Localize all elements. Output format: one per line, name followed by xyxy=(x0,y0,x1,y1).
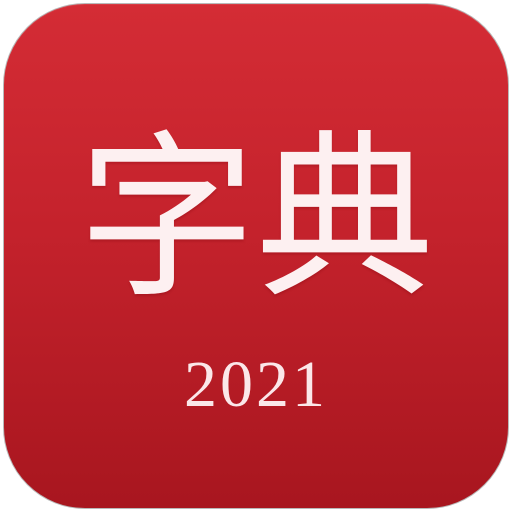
screen: 字典 2021 xyxy=(0,0,512,512)
app-title: 字典 xyxy=(4,130,508,308)
year-label: 2021 xyxy=(184,348,328,421)
dictionary-app-icon[interactable]: 字典 2021 xyxy=(3,3,509,509)
title-char-dian: 典 xyxy=(256,115,434,322)
title-char-zi: 字 xyxy=(78,115,256,322)
